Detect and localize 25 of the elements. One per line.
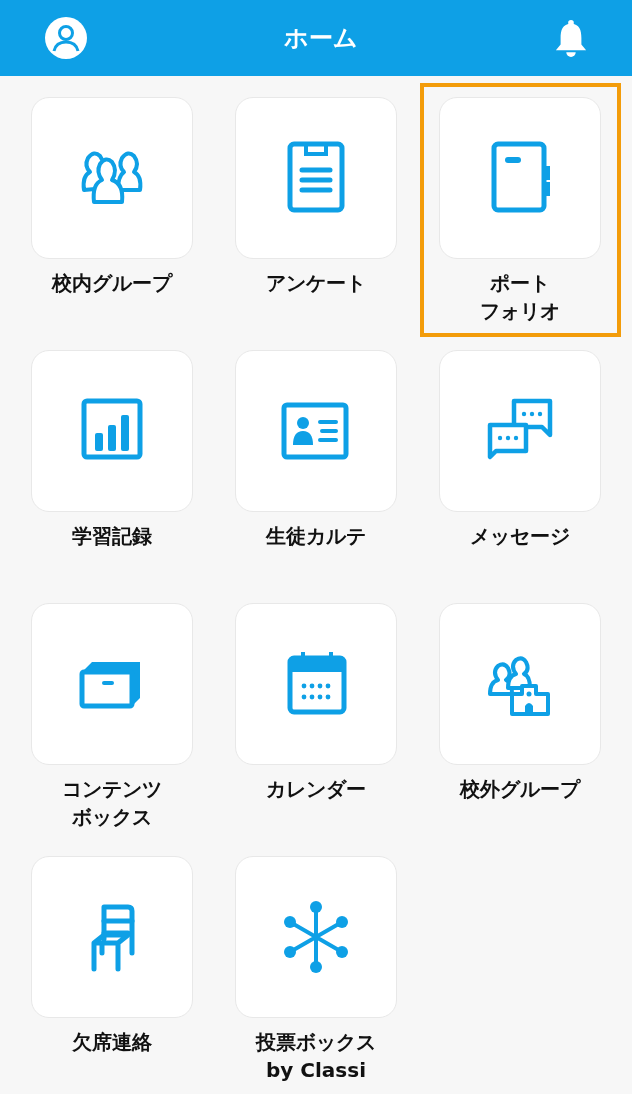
app-tile[interactable] — [31, 350, 193, 512]
app-tile[interactable] — [31, 603, 193, 765]
app-tile[interactable] — [235, 856, 397, 1018]
app-tile[interactable] — [31, 856, 193, 1018]
tile-label: コンテンツ ボックス — [62, 776, 162, 831]
app-tile[interactable] — [439, 603, 601, 765]
profile-icon[interactable] — [44, 16, 88, 60]
app-tile[interactable] — [235, 603, 397, 765]
tile-label: アンケート — [266, 270, 366, 297]
app-tile[interactable] — [31, 97, 193, 259]
tile-label: ポート フォリオ — [480, 270, 560, 325]
tile-label: 生徒カルテ — [266, 523, 366, 550]
tile-label: 欠席連絡 — [72, 1029, 152, 1056]
tile-label: 校外グループ — [460, 776, 580, 803]
tile-label: カレンダー — [266, 776, 366, 803]
notification-bell-icon[interactable] — [554, 18, 588, 58]
tile-label: 学習記録 — [72, 523, 152, 550]
app-tile[interactable] — [439, 350, 601, 512]
screen-title: ホーム — [284, 23, 358, 54]
app-tile[interactable] — [235, 97, 397, 259]
tile-label: 投票ボックス by Classi — [256, 1029, 376, 1084]
tile-label: メッセージ — [470, 523, 570, 550]
app-tile[interactable] — [235, 350, 397, 512]
tile-label: 校内グループ — [52, 270, 172, 297]
app-tile[interactable] — [439, 97, 601, 259]
